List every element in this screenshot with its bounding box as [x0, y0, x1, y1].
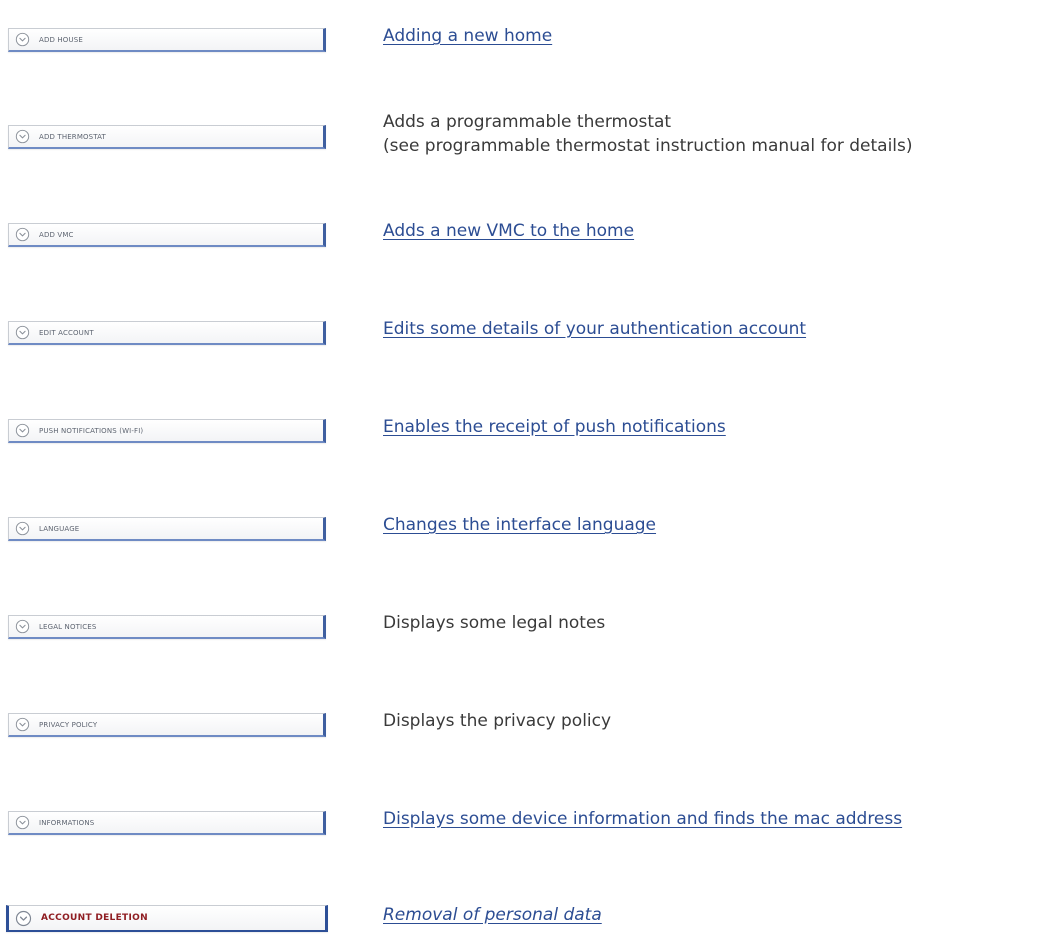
row-edit-account: EDIT ACCOUNT Edits some details of your …: [0, 318, 1040, 361]
button-label: ADD VMC: [39, 230, 74, 239]
add-vmc-description-link[interactable]: Adds a new VMC to the home: [383, 220, 634, 243]
row-language: LANGUAGE Changes the interface language: [0, 514, 1040, 557]
chevron-down-circle-icon: [15, 910, 32, 926]
add-house-description-link[interactable]: Adding a new home: [383, 25, 552, 48]
account-deletion-button[interactable]: ACCOUNT DELETION: [6, 905, 328, 932]
add-house-button[interactable]: ADD HOUSE: [8, 28, 326, 52]
language-description-link[interactable]: Changes the interface language: [383, 514, 656, 537]
privacy-policy-button[interactable]: PRIVACY POLICY: [8, 713, 326, 737]
chevron-down-circle-icon: [15, 227, 30, 242]
chevron-down-circle-icon: [15, 423, 30, 438]
description-line-2: (see programmable thermostat instruction…: [383, 136, 913, 156]
edit-account-button[interactable]: EDIT ACCOUNT: [8, 321, 326, 345]
button-label: ACCOUNT DELETION: [41, 913, 148, 923]
legal-notices-button[interactable]: LEGAL NOTICES: [8, 615, 326, 639]
chevron-down-circle-icon: [15, 717, 30, 732]
language-button[interactable]: LANGUAGE: [8, 517, 326, 541]
chevron-down-circle-icon: [15, 815, 30, 830]
button-label: ADD THERMOSTAT: [39, 132, 106, 141]
chevron-down-circle-icon: [15, 325, 30, 340]
row-add-house: ADD HOUSE Adding a new home: [0, 25, 1040, 68]
add-thermostat-button[interactable]: ADD THERMOSTAT: [8, 125, 326, 149]
row-add-thermostat: ADD THERMOSTAT Adds a programmable therm…: [0, 112, 1040, 165]
row-legal-notices: LEGAL NOTICES Displays some legal notes: [0, 613, 1040, 655]
row-account-deletion: ACCOUNT DELETION Removal of personal dat…: [0, 904, 1040, 947]
add-thermostat-description: Adds a programmable thermostat (see prog…: [383, 110, 913, 158]
button-label: LEGAL NOTICES: [39, 622, 97, 631]
chevron-down-circle-icon: [15, 619, 30, 634]
chevron-down-circle-icon: [15, 32, 30, 47]
account-deletion-description-link[interactable]: Removal of personal data: [383, 904, 602, 927]
chevron-down-circle-icon: [15, 129, 30, 144]
legal-notices-description: Displays some legal notes: [383, 613, 606, 633]
row-add-vmc: ADD VMC Adds a new VMC to the home: [0, 220, 1040, 263]
privacy-policy-description: Displays the privacy policy: [383, 711, 612, 731]
description-line-1: Adds a programmable thermostat: [383, 112, 672, 132]
button-label: ADD HOUSE: [39, 35, 83, 44]
edit-account-description-link[interactable]: Edits some details of your authenticatio…: [383, 318, 806, 341]
button-label: PUSH NOTIFICATIONS (WI-FI): [39, 426, 144, 435]
informations-description-link[interactable]: Displays some device information and fin…: [383, 808, 902, 831]
row-informations: INFORMATIONS Displays some device inform…: [0, 808, 1040, 851]
row-push-notifications: PUSH NOTIFICATIONS (WI-FI) Enables the r…: [0, 416, 1040, 459]
button-label: PRIVACY POLICY: [39, 720, 98, 729]
chevron-down-circle-icon: [15, 521, 30, 536]
button-label: EDIT ACCOUNT: [39, 328, 94, 337]
button-label: INFORMATIONS: [39, 818, 95, 827]
button-label: LANGUAGE: [39, 524, 80, 533]
push-notifications-description-link[interactable]: Enables the receipt of push notification…: [383, 416, 726, 439]
informations-button[interactable]: INFORMATIONS: [8, 811, 326, 835]
add-vmc-button[interactable]: ADD VMC: [8, 223, 326, 247]
row-privacy-policy: PRIVACY POLICY Displays the privacy poli…: [0, 711, 1040, 753]
push-notifications-button[interactable]: PUSH NOTIFICATIONS (WI-FI): [8, 419, 326, 443]
